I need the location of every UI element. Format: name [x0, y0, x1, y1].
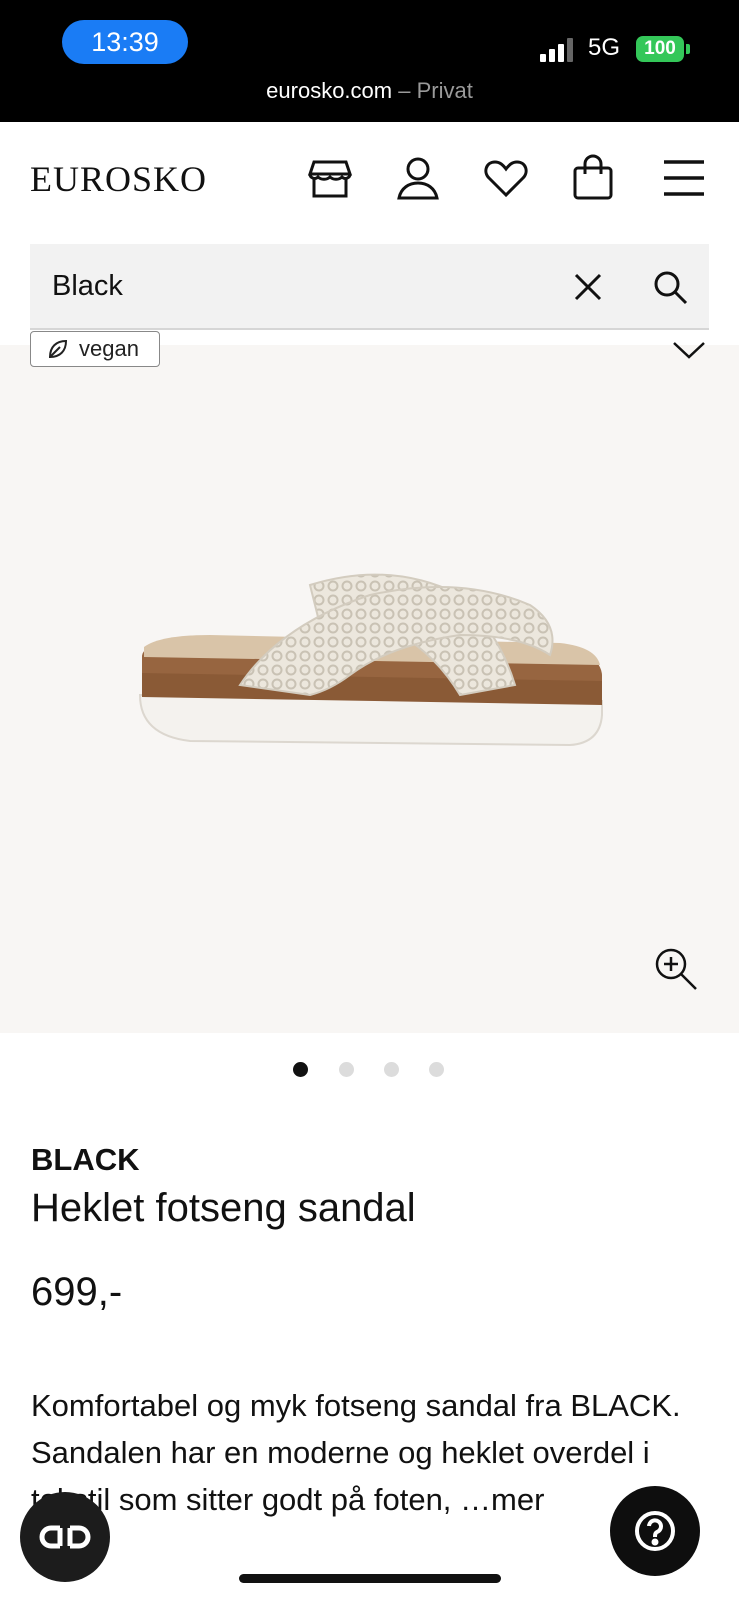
signal-icon: [540, 38, 576, 62]
eurosko-logo[interactable]: EUROSKO: [30, 158, 207, 200]
leaf-icon: [48, 339, 68, 359]
home-indicator: [239, 1574, 501, 1583]
search-icon[interactable]: [650, 267, 690, 307]
carousel-dot-2[interactable]: [339, 1062, 354, 1077]
help-button[interactable]: [610, 1486, 700, 1576]
question-mark-icon: [635, 1511, 675, 1551]
cart-bag-icon[interactable]: [569, 154, 617, 202]
private-mode-label: – Privat: [398, 78, 473, 103]
menu-icon[interactable]: [660, 154, 708, 202]
product-image: [138, 573, 603, 747]
chevron-down-icon[interactable]: [672, 339, 706, 361]
product-price: 699,-: [31, 1270, 123, 1314]
search-bar: [30, 244, 709, 330]
url-text: eurosko.com: [266, 78, 393, 103]
site-header: EUROSKO: [0, 122, 739, 242]
status-bar: 13:39 5G 100 eurosko.com – Privat: [0, 0, 739, 122]
account-icon[interactable]: [394, 154, 442, 202]
chat-button[interactable]: [20, 1492, 110, 1582]
product-brand[interactable]: BLACK: [31, 1142, 140, 1178]
battery-tip: [686, 44, 690, 54]
clear-search-icon[interactable]: [568, 267, 608, 307]
carousel-dot-1[interactable]: [293, 1062, 308, 1077]
wishlist-heart-icon[interactable]: [482, 154, 530, 202]
address-bar[interactable]: eurosko.com – Privat: [0, 78, 739, 104]
vegan-badge: vegan: [30, 331, 160, 367]
carousel-dots: [0, 1062, 739, 1078]
product-description: Komfortabel og myk fotseng sandal fra BL…: [31, 1388, 681, 1517]
chat-icon: [39, 1525, 91, 1549]
product-image-gallery[interactable]: vegan: [0, 331, 739, 1033]
network-type: 5G: [588, 34, 621, 61]
clock: 13:39: [62, 20, 188, 64]
product-name: Heklet fotseng sandal: [31, 1186, 416, 1230]
vegan-badge-label: vegan: [79, 336, 139, 361]
store-icon[interactable]: [306, 154, 354, 202]
battery-icon: 100: [636, 36, 684, 62]
zoom-in-icon[interactable]: [652, 945, 700, 993]
carousel-dot-3[interactable]: [384, 1062, 399, 1077]
carousel-dot-4[interactable]: [429, 1062, 444, 1077]
search-input[interactable]: [52, 264, 572, 308]
